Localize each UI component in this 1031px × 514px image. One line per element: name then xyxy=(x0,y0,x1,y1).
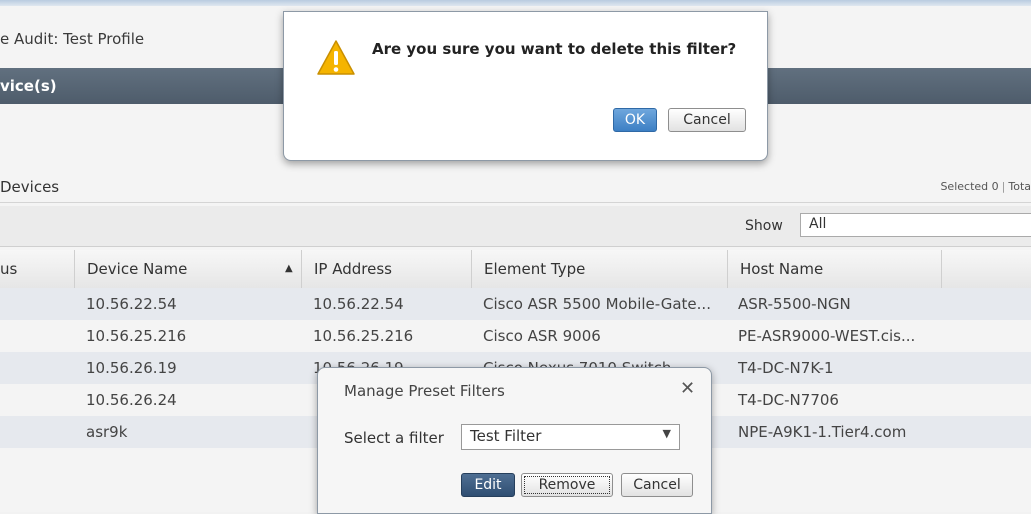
close-icon[interactable]: ✕ xyxy=(680,378,695,399)
grid-toolbar: Show All xyxy=(0,206,1031,247)
selection-count: Selected 0 | Tota xyxy=(940,180,1031,193)
host-name-cell: ASR-5500-NGN xyxy=(738,295,851,313)
grid-header: us Device Name ▲ IP Address Element Type… xyxy=(0,250,1031,289)
host-name-cell: NPE-A9K1-1.Tier4.com xyxy=(738,423,907,441)
total-count-text: Tota xyxy=(1008,180,1031,193)
device-name-cell: 10.56.22.54 xyxy=(86,295,177,313)
delete-confirm-dialog: Are you sure you want to delete this fil… xyxy=(283,11,768,161)
column-header-extra[interactable] xyxy=(941,250,1031,288)
table-row[interactable]: 10.56.22.54 10.56.22.54 Cisco ASR 5500 M… xyxy=(0,288,1031,320)
warning-icon xyxy=(317,40,355,75)
filter-select-value: Test Filter xyxy=(470,427,542,445)
confirm-message: Are you sure you want to delete this fil… xyxy=(372,40,737,58)
element-type-cell: Cisco ASR 5500 Mobile-Gate... xyxy=(483,295,711,313)
edit-button[interactable]: Edit xyxy=(461,473,515,497)
cancel-button[interactable]: Cancel xyxy=(621,473,693,497)
chevron-down-icon: ▼ xyxy=(662,427,671,440)
devices-heading: Devices xyxy=(0,178,60,196)
device-name-cell: asr9k xyxy=(86,423,128,441)
host-name-cell: PE-ASR9000-WEST.cis... xyxy=(738,327,916,345)
host-name-cell: T4-DC-N7K-1 xyxy=(738,359,834,377)
select-filter-label: Select a filter xyxy=(344,429,444,447)
dialog-title: Manage Preset Filters xyxy=(344,382,505,400)
section-title: vice(s) xyxy=(0,77,57,95)
manage-preset-filters-dialog: Manage Preset Filters ✕ Select a filter … xyxy=(317,367,712,514)
ok-button[interactable]: OK xyxy=(613,108,657,132)
heading-divider xyxy=(0,202,1031,203)
filter-select[interactable]: Test Filter ▼ xyxy=(461,424,680,450)
sort-ascending-icon[interactable]: ▲ xyxy=(285,250,293,288)
show-filter-select[interactable]: All xyxy=(800,213,1031,237)
remove-button[interactable]: Remove xyxy=(521,473,613,497)
show-label: Show xyxy=(745,218,783,234)
ip-address-cell: 10.56.25.216 xyxy=(313,327,414,345)
column-header-device-name[interactable]: Device Name ▲ xyxy=(74,250,301,288)
device-name-cell: 10.56.26.24 xyxy=(86,391,177,409)
device-name-cell: 10.56.25.216 xyxy=(86,327,187,345)
device-name-cell: 10.56.26.19 xyxy=(86,359,177,377)
ip-address-cell: 10.56.22.54 xyxy=(313,295,404,313)
element-type-cell: Cisco ASR 9006 xyxy=(483,327,601,345)
column-header-ip-address[interactable]: IP Address xyxy=(301,250,471,288)
table-row[interactable]: 10.56.25.216 10.56.25.216 Cisco ASR 9006… xyxy=(0,320,1031,352)
column-label: Device Name xyxy=(87,260,188,278)
column-header-element-type[interactable]: Element Type xyxy=(471,250,727,288)
selected-count-text: Selected 0 xyxy=(940,180,999,193)
cancel-button[interactable]: Cancel xyxy=(668,108,746,132)
column-header-host-name[interactable]: Host Name xyxy=(727,250,941,288)
host-name-cell: T4-DC-N7706 xyxy=(738,391,839,409)
separator: | xyxy=(1001,180,1006,193)
column-header-status[interactable]: us xyxy=(0,250,74,288)
page-title: e Audit: Test Profile xyxy=(0,30,145,48)
